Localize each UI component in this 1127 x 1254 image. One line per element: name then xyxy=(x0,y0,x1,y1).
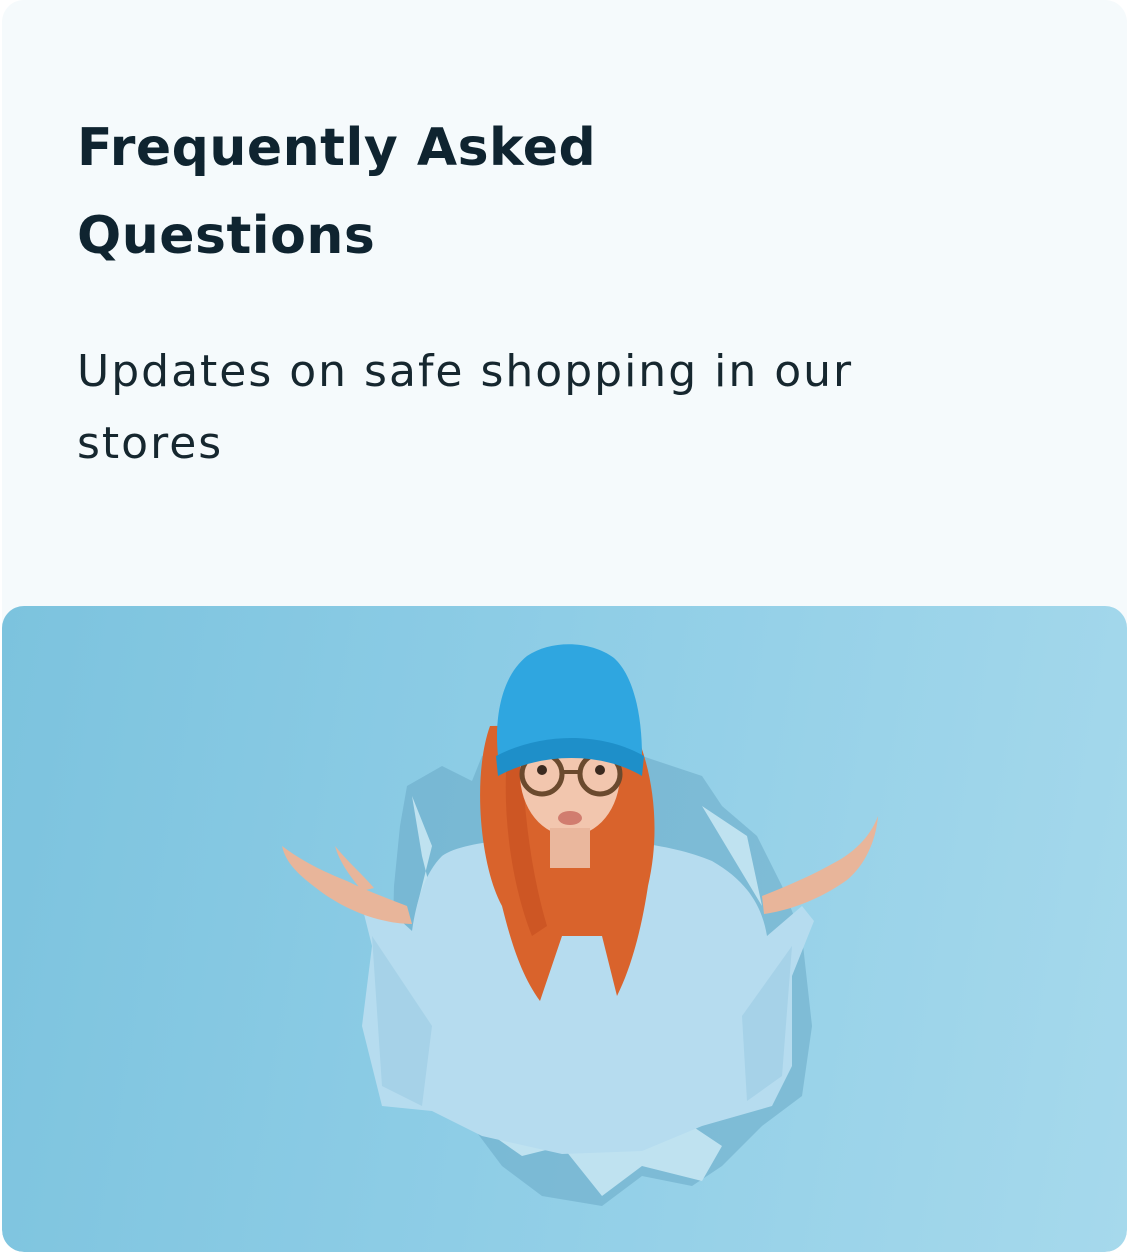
faq-text-block: Frequently Asked Questions Updates on sa… xyxy=(77,104,977,480)
neck xyxy=(550,828,590,868)
left-hand xyxy=(282,846,412,924)
right-eye xyxy=(595,765,605,775)
page-subtitle: Updates on safe shopping in our stores xyxy=(77,346,854,469)
shrug-person-illustration xyxy=(282,644,878,1206)
mouth xyxy=(558,811,582,825)
hero-image xyxy=(2,606,1127,1252)
right-hand xyxy=(762,816,878,914)
left-eye xyxy=(537,765,547,775)
page-title: Frequently Asked Questions xyxy=(77,118,597,266)
faq-card: Frequently Asked Questions Updates on sa… xyxy=(2,0,1127,1252)
